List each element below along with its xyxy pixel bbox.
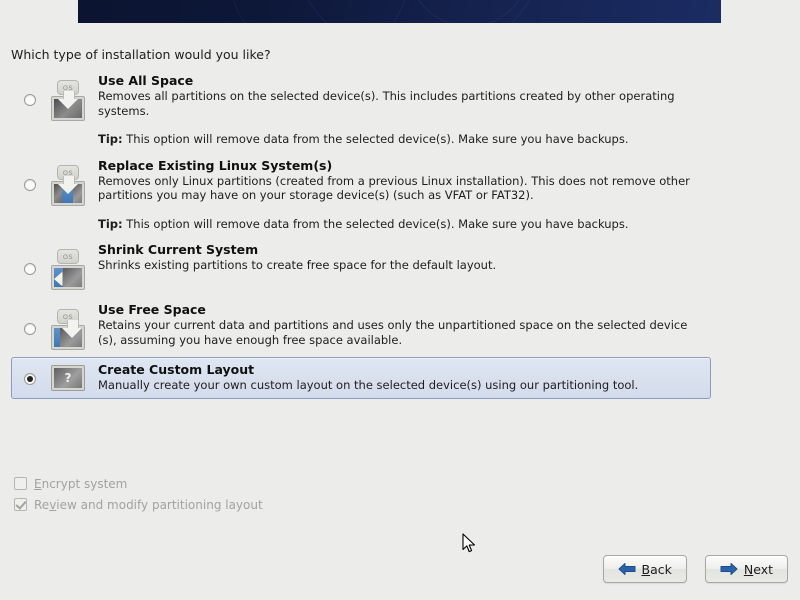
disk-shrink-icon: OS: [48, 249, 88, 291]
question-mark-glyph: ?: [54, 368, 82, 388]
option-text: Use Free Space Retains your current data…: [92, 301, 706, 347]
checkbox-row-encrypt-system[interactable]: Encrypt system: [14, 473, 263, 494]
checkbox-review-modify-partitioning[interactable]: [14, 498, 27, 511]
disk-free-space-icon: OS: [48, 309, 88, 351]
option-tip: Tip: This option will remove data from t…: [98, 132, 706, 147]
radio-cell[interactable]: [16, 361, 44, 385]
option-tip-label: Tip:: [98, 216, 123, 231]
disk-replace-all-icon: OS: [48, 80, 88, 122]
radio-cell[interactable]: [16, 301, 44, 335]
disk-replace-linux-icon: OS: [48, 164, 88, 207]
option-shrink-current-system[interactable]: OS Shrink Current System Shrinks existin…: [11, 237, 711, 297]
option-title: Use All Space: [98, 73, 194, 88]
option-title: Create Custom Layout: [98, 362, 255, 377]
option-replace-existing-linux[interactable]: OS Replace Existing Linux System(s) Remo…: [11, 153, 711, 238]
installer-banner: [78, 0, 721, 23]
radio-use-all-space[interactable]: [24, 94, 36, 106]
option-description: Shrinks existing partitions to create fr…: [98, 258, 497, 272]
option-description: Removes all partitions on the selected d…: [98, 89, 675, 118]
back-button-label: Back: [641, 561, 672, 577]
option-title: Shrink Current System: [98, 242, 259, 257]
option-use-all-space[interactable]: OS Use All Space Removes all partitions …: [11, 68, 711, 153]
option-tip-text: This option will remove data from the se…: [126, 132, 629, 146]
arrow-left-icon: [54, 272, 62, 286]
arrow-right-icon: [720, 563, 738, 575]
next-button[interactable]: Next: [704, 555, 788, 583]
radio-use-free-space[interactable]: [24, 323, 36, 335]
option-tip-text: This option will remove data from the se…: [126, 216, 629, 231]
icon-cell: OS: [44, 301, 92, 351]
radio-cell[interactable]: [16, 72, 44, 106]
installation-type-option-list: OS Use All Space Removes all partitions …: [11, 68, 711, 399]
option-description: Manually create your own custom layout o…: [98, 378, 639, 392]
installation-options-checkboxes: Encrypt system Review and modify partiti…: [14, 473, 263, 515]
option-description: Removes only Linux partitions (created f…: [98, 173, 690, 203]
icon-cell: ?: [44, 361, 92, 391]
icon-cell: OS: [44, 72, 92, 122]
arrow-left-icon: [618, 563, 635, 575]
radio-create-custom-layout[interactable]: [24, 373, 36, 385]
radio-shrink-current-system[interactable]: [24, 263, 36, 275]
icon-cell: OS: [44, 241, 92, 291]
radio-cell[interactable]: [16, 241, 44, 275]
option-text: Create Custom Layout Manually create you…: [92, 361, 706, 393]
option-title: Replace Existing Linux System(s): [98, 157, 333, 173]
icon-cell: OS: [44, 157, 92, 207]
checkbox-label-encrypt-system: Encrypt system: [34, 476, 128, 491]
checkbox-row-review-modify-partitioning[interactable]: Review and modify partitioning layout: [14, 494, 263, 515]
navigation-buttons: Back Next: [602, 555, 788, 583]
option-use-free-space[interactable]: OS Use Free Space Retains your current d…: [11, 297, 711, 357]
os-badge: OS: [57, 249, 79, 264]
option-tip: Tip: This option will remove data from t…: [98, 217, 706, 232]
question-mark-disk-icon: ?: [51, 365, 85, 391]
next-button-label: Next: [743, 561, 773, 577]
installation-type-page: Which type of installation would you lik…: [0, 23, 800, 600]
back-button[interactable]: Back: [602, 555, 687, 583]
checkbox-encrypt-system[interactable]: [14, 477, 27, 490]
option-title: Use Free Space: [98, 302, 206, 317]
option-text: Use All Space Removes all partitions on …: [92, 72, 706, 147]
radio-cell[interactable]: [16, 157, 44, 191]
radio-replace-existing-linux[interactable]: [24, 178, 36, 191]
option-description: Retains your current data and partitions…: [98, 318, 688, 347]
option-tip-label: Tip:: [98, 132, 123, 146]
page-title: Which type of installation would you lik…: [11, 47, 271, 62]
checkbox-label-review-modify-partitioning: Review and modify partitioning layout: [34, 497, 263, 512]
option-create-custom-layout[interactable]: ? Create Custom Layout Manually create y…: [11, 357, 711, 399]
option-text: Replace Existing Linux System(s) Removes…: [92, 157, 706, 232]
option-text: Shrink Current System Shrinks existing p…: [92, 241, 706, 273]
